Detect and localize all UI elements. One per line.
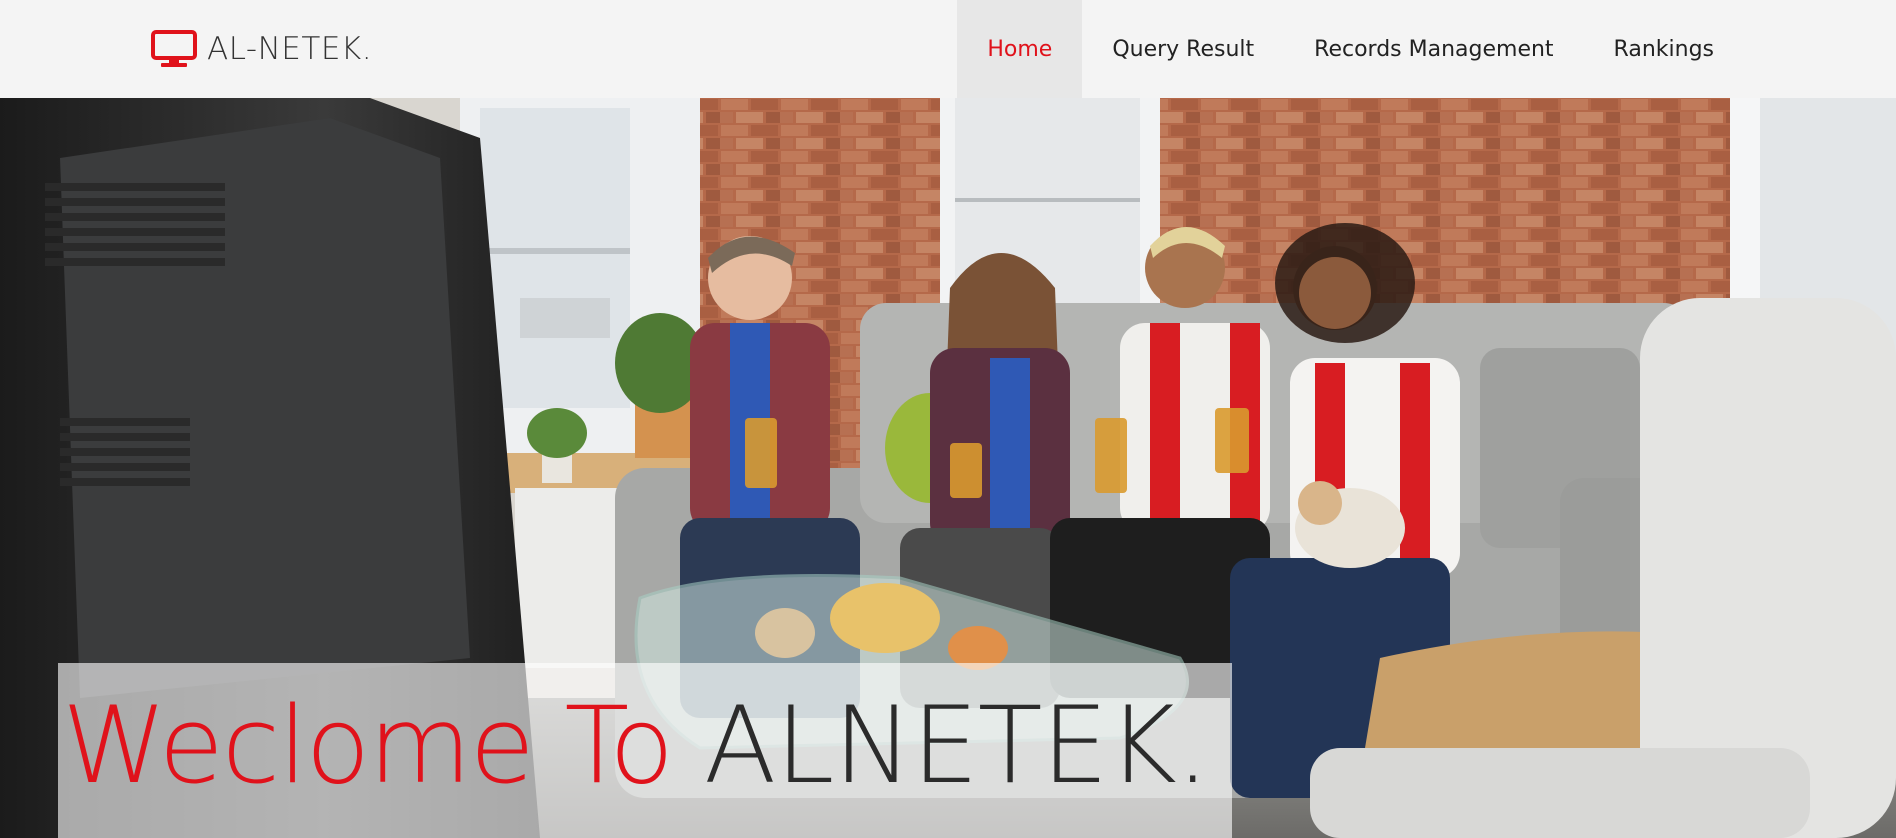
welcome-heading-brand: ALNETEK. <box>703 684 1210 807</box>
main-nav: Home Query Result Records Management Ran… <box>957 0 1896 98</box>
welcome-heading: Weclome To ALNETEK. <box>62 676 1210 816</box>
nav-records-management[interactable]: Records Management <box>1284 0 1583 98</box>
welcome-heading-red: Weclome To <box>62 684 674 807</box>
monitor-icon <box>151 30 197 67</box>
nav-rankings[interactable]: Rankings <box>1584 0 1896 98</box>
brand-link[interactable]: AL-NETEK. <box>151 28 372 70</box>
nav-query-result[interactable]: Query Result <box>1082 0 1284 98</box>
brand-name: AL-NETEK. <box>207 31 373 67</box>
nav-home[interactable]: Home <box>957 0 1083 98</box>
navbar: AL-NETEK. Home Query Result Records Mana… <box>0 0 1896 98</box>
